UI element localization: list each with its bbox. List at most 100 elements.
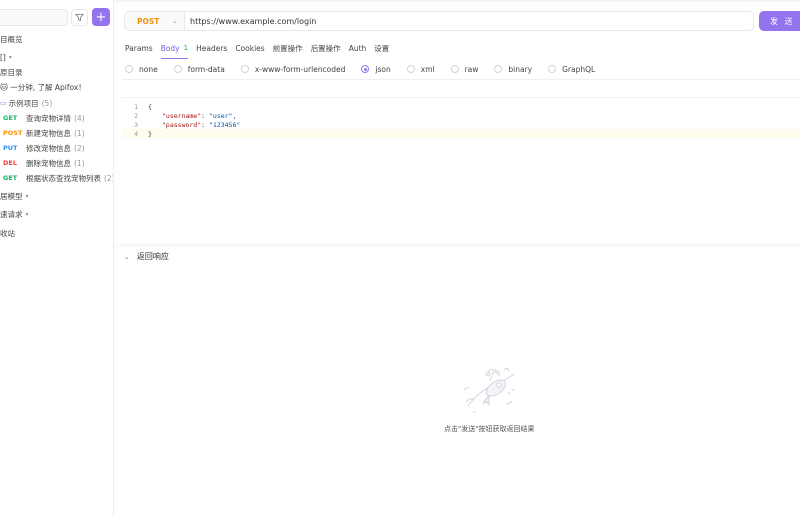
sidebar-item-intro[interactable]: 🐱 一分钟, 了解 Apifox！ — [0, 81, 86, 93]
body-type-binary[interactable]: binary — [494, 65, 532, 74]
filter-button[interactable] — [71, 9, 88, 26]
endpoint-item[interactable]: PUT 修改宠物信息 (2) — [3, 142, 85, 154]
send-button[interactable]: 发 送 — [759, 11, 800, 31]
json-key: "username" — [162, 111, 202, 120]
json-value: "user", — [208, 111, 237, 120]
add-button[interactable]: + — [92, 8, 110, 26]
url-value: https://www.example.com/login — [190, 16, 317, 26]
code-line: 1 { — [122, 102, 152, 111]
response-title: 返回响应 — [136, 252, 169, 261]
empty-response-text: 点击"发送"按钮获取返回结果 — [444, 425, 535, 433]
sidebar: + 目概览 [] ▾ 原目录 🐱 一分钟, 了解 Apifox！ ▭ 示例项目 … — [0, 0, 114, 517]
endpoint-name: 修改宠物信息 — [26, 143, 71, 153]
body-type-raw[interactable]: raw — [450, 64, 479, 74]
chevron-down-icon: ▾ — [8, 53, 12, 61]
sidebar-item-sample-project[interactable]: ▭ 示例项目 (5) — [0, 97, 52, 109]
response-section-header[interactable]: ⌄ 返回响应 — [124, 251, 169, 262]
radio-label: form-data — [187, 64, 225, 74]
body-type-form-data[interactable]: form-data — [173, 64, 225, 74]
chevron-down-icon: ▾ — [25, 210, 29, 218]
code-text: } — [148, 129, 152, 138]
sidebar-item-label: 收站 — [0, 228, 15, 238]
line-number: 1 — [134, 102, 138, 111]
body-type-graphql[interactable]: GraphQL — [548, 65, 595, 74]
json-value: "123456" — [208, 120, 241, 129]
tab-params[interactable]: Params — [125, 41, 153, 55]
sidebar-item-root[interactable]: [] ▾ — [0, 51, 12, 63]
tab-post-processors[interactable]: 后置操作 — [311, 41, 341, 55]
tab-pre-processors[interactable]: 前置操作 — [273, 41, 303, 55]
chevron-down-icon: ▾ — [25, 192, 29, 200]
endpoint-count: (1) — [74, 128, 85, 138]
tab-label: Auth — [348, 43, 367, 53]
sidebar-item-overview[interactable]: 目概览 — [0, 33, 23, 45]
tab-badge: 1 — [183, 44, 189, 52]
sidebar-item-recycle-bin[interactable]: 收站 — [0, 227, 15, 239]
body-type-urlencoded[interactable]: x-www-form-urlencoded — [240, 65, 345, 74]
body-type-xml[interactable]: xml — [406, 64, 435, 74]
body-type-radios: none form-data x-www-form-urlencoded jso… — [125, 63, 611, 75]
radio-label: none — [139, 64, 158, 74]
method-select[interactable]: POST ⌄ — [124, 11, 185, 31]
code-text: { — [148, 102, 152, 111]
code-line-current: 4 } — [122, 129, 800, 138]
json-key: "password" — [162, 120, 202, 129]
filter-icon — [75, 13, 84, 22]
radio-label: raw — [464, 64, 479, 74]
endpoint-item[interactable]: DEL 删除宠物信息 (1) — [3, 157, 85, 169]
url-input[interactable]: https://www.example.com/login — [184, 11, 754, 31]
endpoint-item[interactable]: GET 根据状态查找宠物列表 (2) — [3, 172, 114, 184]
code-line: 2 "username" : "user", — [122, 111, 236, 120]
radio-icon — [450, 65, 459, 73]
line-number: 2 — [134, 111, 138, 120]
sidebar-item-label: [] — [0, 52, 6, 62]
json-editor[interactable]: 1 { 2 "username" : "user", 3 "password" … — [122, 97, 800, 245]
method-badge: PUT — [3, 144, 18, 152]
sidebar-item-label: 🐱 一分钟, 了解 Apifox！ — [0, 82, 86, 92]
sidebar-item-label: 目概览 — [0, 34, 23, 44]
json-colon: : — [201, 120, 209, 129]
endpoint-name: 查询宠物详情 — [26, 113, 71, 123]
tab-cookies[interactable]: Cookies — [235, 41, 264, 55]
rocket-illustration-icon — [463, 367, 515, 413]
tab-body[interactable]: Body 1 — [160, 41, 189, 59]
sidebar-item-quick-requests[interactable]: 速请求 ▾ — [0, 208, 29, 220]
endpoint-count: (2) — [104, 173, 114, 183]
response-divider — [114, 246, 800, 247]
item-count: (5) — [41, 98, 53, 108]
endpoint-item[interactable]: GET 查询宠物详情 (4) — [3, 112, 85, 124]
sidebar-item-label: 速请求 — [0, 209, 23, 219]
endpoint-item[interactable]: POST 新建宠物信息 (1) — [3, 127, 85, 139]
body-type-json[interactable]: json — [361, 65, 391, 74]
body-type-none[interactable]: none — [125, 65, 158, 74]
tab-label: Params — [125, 43, 153, 53]
radio-icon — [125, 65, 133, 73]
tab-label: Headers — [196, 43, 228, 53]
folder-icon: ▭ — [0, 99, 7, 107]
endpoint-count: (4) — [74, 113, 85, 123]
tab-settings[interactable]: 设置 — [374, 41, 389, 55]
request-tabs: Params Body 1 Headers Cookies 前置操作 后置操作 A… — [125, 41, 397, 59]
radio-icon — [173, 65, 182, 73]
sidebar-item-directory[interactable]: 原目录 — [0, 66, 23, 78]
endpoint-name: 新建宠物信息 — [26, 128, 71, 138]
tab-auth[interactable]: Auth — [349, 41, 367, 55]
sidebar-item-label: 居模型 — [0, 191, 23, 201]
sidebar-item-label: 示例项目 — [8, 98, 39, 108]
top-divider — [114, 0, 800, 2]
line-number: 4 — [134, 129, 138, 138]
tab-label: Cookies — [235, 43, 265, 53]
sidebar-item-models[interactable]: 居模型 ▾ — [0, 190, 29, 202]
method-select-value: POST — [137, 16, 160, 26]
tab-headers[interactable]: Headers — [196, 41, 227, 55]
endpoint-count: (2) — [74, 143, 85, 153]
editor-divider — [122, 79, 800, 80]
radio-label: binary — [508, 64, 533, 74]
sidebar-search-input[interactable] — [0, 9, 68, 26]
radio-label: xml — [420, 64, 435, 74]
radio-icon — [494, 65, 503, 73]
tab-label: Body — [160, 43, 180, 53]
method-badge: POST — [3, 129, 23, 137]
endpoint-count: (1) — [74, 158, 85, 168]
chevron-down-icon: ⌄ — [124, 252, 130, 261]
